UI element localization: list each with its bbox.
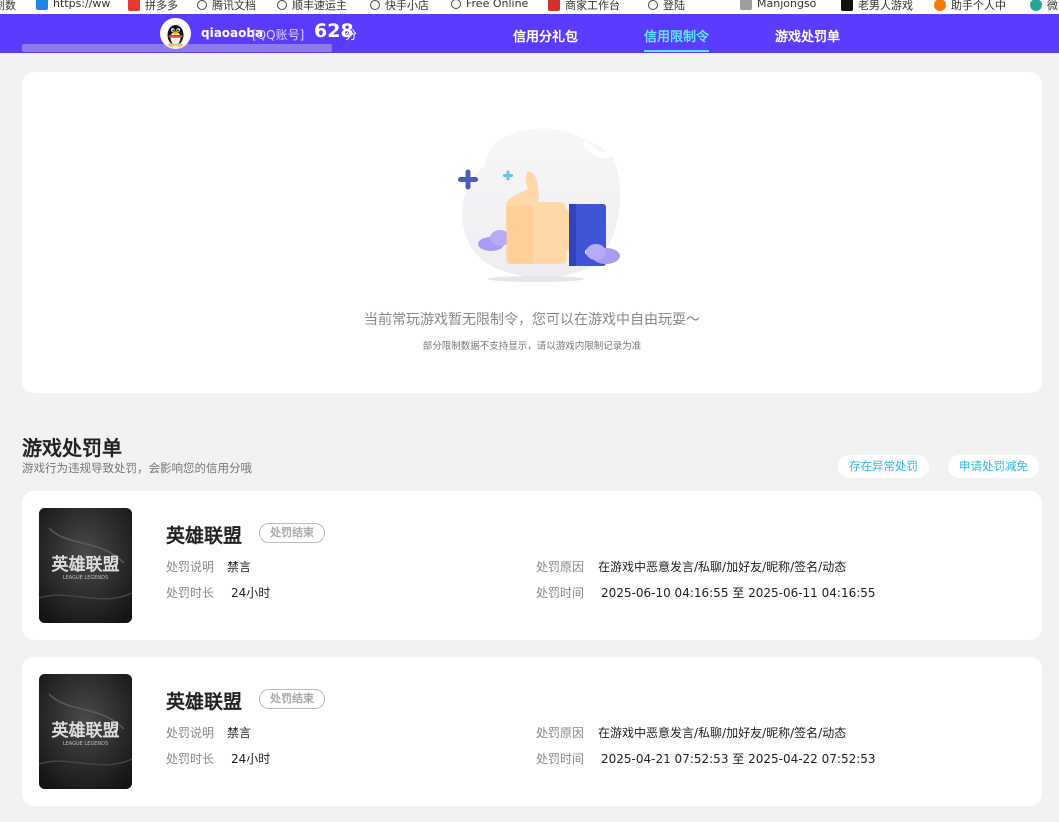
globe-icon	[197, 0, 207, 10]
label-penalty-desc: 处罚说明	[166, 726, 215, 740]
game-name: 英雄联盟	[166, 525, 243, 547]
status-badge: 处罚结束	[259, 523, 325, 543]
value-penalty-time: 2025-06-10 04:16:55 至 2025-06-11 04:16:5…	[601, 586, 876, 600]
bookmark-item[interactable]: 微	[1030, 0, 1058, 13]
label-penalty-duration: 处罚时长	[166, 752, 215, 766]
league-of-legends-logo: 英雄联盟 LEAGUE LEGENDS	[39, 674, 132, 789]
thumbs-up-illustration	[458, 128, 621, 282]
globe-icon	[370, 0, 380, 10]
globe-icon	[648, 0, 658, 10]
bookmark-item[interactable]: 顺丰速运主	[277, 0, 347, 13]
bookmark-label: 登陆	[663, 0, 685, 12]
bookmark-item[interactable]: 助手个人中	[934, 0, 1006, 13]
value-penalty-reason: 在游戏中恶意发言/私聊/加好友/昵称/签名/动态	[598, 726, 847, 740]
bookmark-icon	[548, 0, 560, 11]
value-penalty-duration: 24小时	[231, 586, 271, 600]
logo-text-cn: 英雄联盟	[52, 554, 120, 575]
clipped-text	[22, 44, 332, 52]
game-thumbnail: 英雄联盟 LEAGUE LEGENDS	[39, 674, 132, 789]
bookmark-item[interactable]: Free Online	[451, 0, 528, 10]
label-penalty-desc: 处罚说明	[166, 560, 215, 574]
restriction-empty-card: 当前常玩游戏暂无限制令，您可以在游戏中自由玩耍～ 部分限制数据不支持显示，请以游…	[22, 72, 1042, 393]
bookmark-label: 腾讯文档	[212, 0, 256, 12]
value-penalty-desc: 禁言	[227, 726, 252, 740]
globe-icon	[277, 0, 287, 10]
section-subtitle: 游戏行为违规导致处罚，会影响您的信用分哦	[22, 461, 252, 475]
bookmark-label: 拼多多	[145, 0, 178, 12]
label-penalty-reason: 处罚原因	[536, 726, 585, 740]
logo-text-en: LEAGUE LEGENDS	[63, 741, 108, 747]
league-of-legends-logo: 英雄联盟 LEAGUE LEGENDS	[39, 508, 132, 623]
value-penalty-reason: 在游戏中恶意发言/私聊/加好友/昵称/签名/动态	[598, 560, 847, 574]
value-penalty-desc: 禁言	[227, 560, 252, 574]
bookmark-label: 商家工作台	[565, 0, 620, 12]
empty-state-title: 当前常玩游戏暂无限制令，您可以在游戏中自由玩耍～	[364, 312, 700, 328]
bookmark-label: 快手小店	[385, 0, 429, 12]
penalty-card: 英雄联盟 LEAGUE LEGENDS 英雄联盟 处罚结束 处罚说明 禁言 处罚…	[22, 491, 1042, 640]
apply-reduction-button[interactable]: 申请处罚减免	[948, 455, 1039, 478]
value-penalty-time: 2025-04-21 07:52:53 至 2025-04-22 07:52:5…	[601, 752, 876, 766]
value-penalty-duration: 24小时	[231, 752, 271, 766]
section-title: 游戏处罚单	[22, 436, 122, 460]
pinduoduo-icon	[128, 0, 140, 11]
abnormal-penalty-button[interactable]: 存在异常处罚	[838, 455, 929, 478]
bookmark-item[interactable]: 腾讯文档	[197, 0, 256, 13]
globe-icon	[451, 0, 461, 9]
bookmark-item[interactable]: 快手小店	[370, 0, 429, 13]
bookmark-icon	[841, 0, 853, 11]
account-type: [QQ账号]	[252, 28, 305, 42]
label-penalty-time: 处罚时间	[536, 586, 585, 600]
bookmark-label: Free Online	[466, 0, 529, 10]
penalty-card: 英雄联盟 LEAGUE LEGENDS 英雄联盟 处罚结束 处罚说明 禁言 处罚…	[22, 657, 1042, 806]
score-unit: 分	[345, 28, 358, 42]
status-badge: 处罚结束	[259, 689, 325, 709]
tab-game-penalty[interactable]: 游戏处罚单	[775, 26, 840, 45]
bookmark-label: 老男人游戏	[858, 0, 913, 12]
empty-state-subtitle: 部分限制数据不支持显示，请以游戏内限制记录为准	[422, 341, 642, 352]
bookmark-label: 助手个人中	[951, 0, 1006, 12]
game-thumbnail: 英雄联盟 LEAGUE LEGENDS	[39, 508, 132, 623]
bookmark-label: Manjongso	[757, 0, 817, 10]
bookmark-icon	[934, 0, 946, 11]
bookmark-icon	[36, 0, 48, 10]
bookmark-item[interactable]: 拼多多	[128, 0, 178, 13]
bookmark-item[interactable]: 登陆	[648, 0, 685, 13]
tab-credit-restriction[interactable]: 信用限制令	[644, 26, 710, 52]
bookmark-item[interactable]: 剧数	[0, 0, 16, 13]
bookmark-label: 顺丰速运主	[292, 0, 347, 12]
label-penalty-time: 处罚时间	[536, 752, 585, 766]
game-name: 英雄联盟	[166, 691, 243, 713]
bookmark-icon	[1030, 0, 1042, 11]
tab-credit-gift[interactable]: 信用分礼包	[513, 26, 578, 45]
bookmark-item[interactable]: https://ww	[36, 0, 110, 10]
bookmarks-bar: 剧数 https://ww 拼多多 腾讯文档 顺丰速运主 快手小店 Free O…	[0, 0, 1059, 14]
bookmark-label: 微	[1047, 0, 1058, 12]
bookmark-item[interactable]: Manjongso	[740, 0, 816, 10]
logo-text-cn: 英雄联盟	[52, 720, 120, 741]
bookmark-label: 剧数	[0, 0, 16, 12]
label-penalty-reason: 处罚原因	[536, 560, 585, 574]
bookmark-item[interactable]: 老男人游戏	[841, 0, 913, 13]
bookmark-icon	[740, 0, 752, 10]
logo-text-en: LEAGUE LEGENDS	[63, 575, 108, 581]
bookmark-label: https://ww	[53, 0, 111, 10]
bookmark-item[interactable]: 商家工作台	[548, 0, 620, 13]
label-penalty-duration: 处罚时长	[166, 586, 215, 600]
